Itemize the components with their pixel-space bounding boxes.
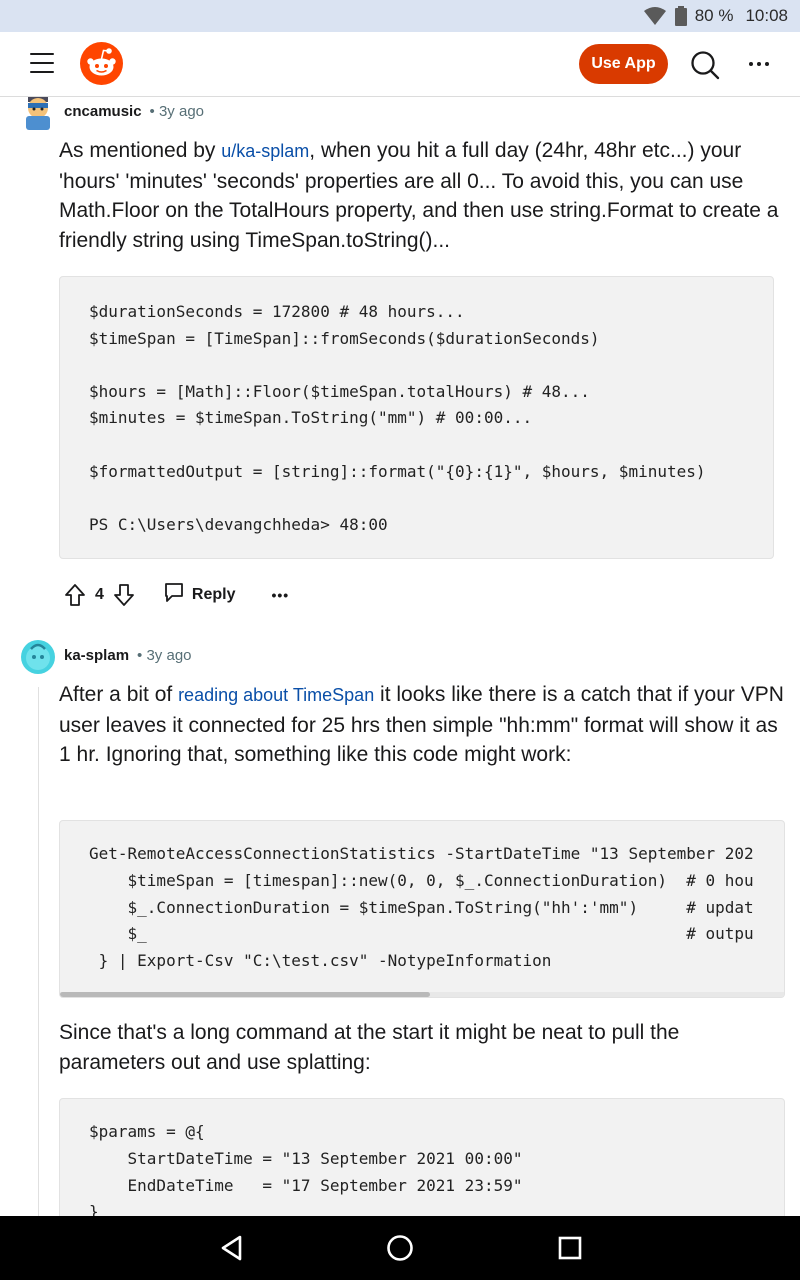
code-block: $params = @{ StartDateTime = "13 Septemb… [59, 1098, 785, 1216]
reddit-logo-icon[interactable] [80, 42, 123, 85]
reply-label: Reply [191, 585, 236, 603]
comment-header: ka-splam • 3y ago [64, 647, 192, 664]
comment-text: After a bit of [59, 683, 179, 706]
comment-age-text: 3y ago [158, 103, 205, 120]
comment-body: As mentioned by u/ka-splam, when you hit… [59, 136, 791, 255]
code-line: $durationSeconds = 172800 # 48 hours... [89, 302, 465, 321]
battery-level: 80 % [694, 6, 734, 25]
status-bar: 80 % 10:08 [0, 0, 800, 32]
more-options-icon[interactable] [745, 52, 773, 76]
code-line: Get-RemoteAccessConnectionStatistics -St… [89, 844, 754, 863]
avatar[interactable] [20, 97, 56, 130]
code-content: Get-RemoteAccessConnectionStatistics -St… [89, 841, 754, 975]
code-line: $minutes = $timeSpan.ToString("mm") # 00… [89, 408, 533, 428]
code-line: $timeSpan = [timespan]::new(0, 0, $_.Con… [89, 870, 754, 890]
upvote-icon[interactable] [64, 583, 86, 607]
horizontal-scrollbar-thumb[interactable] [60, 992, 430, 997]
back-icon[interactable] [216, 1232, 248, 1264]
comment-more-icon[interactable]: ••• [271, 587, 289, 603]
comment-body: After a bit of reading about TimeSpan it… [59, 680, 791, 770]
code-content: $durationSeconds = 172800 # 48 hours... $… [89, 299, 706, 538]
use-app-button[interactable]: Use App [579, 44, 668, 84]
thread-line[interactable] [38, 687, 39, 1216]
user-mention-link[interactable]: u/ka-splam [221, 141, 309, 161]
vote-count: 4 [95, 585, 104, 603]
comment-header: cncamusic • 3y ago [64, 103, 204, 120]
code-line: $hours = [Math]::Floor($timeSpan.totalHo… [89, 381, 590, 401]
code-line: EndDateTime = "17 September 2021 23:59" [89, 1175, 523, 1195]
code-line: $params = @{ [89, 1122, 205, 1141]
code-line: } [89, 1202, 99, 1216]
system-nav-bar [0, 1216, 800, 1280]
app-bar: Use App [0, 32, 800, 97]
code-content: $params = @{ StartDateTime = "13 Septemb… [89, 1119, 522, 1216]
comment-age-text: 3y ago [146, 647, 192, 664]
battery-icon [674, 6, 687, 26]
comment-author[interactable]: cncamusic [64, 103, 142, 120]
reply-button[interactable]: Reply [163, 581, 236, 608]
comment-body-continued: Since that's a long command at the start… [59, 1021, 680, 1074]
home-icon[interactable] [384, 1232, 416, 1264]
clock: 10:08 [745, 6, 788, 25]
code-line: $_ # outpu [89, 924, 754, 944]
code-block: $durationSeconds = 172800 # 48 hours... $… [59, 276, 774, 559]
comment-age: • 3y ago [137, 647, 192, 664]
code-line: PS C:\Users\devangchheda> 48:00 [89, 514, 388, 534]
comment-age: • 3y ago [149, 103, 205, 120]
code-line: StartDateTime = "13 September 2021 00:00… [89, 1148, 523, 1168]
comments-feed: cncamusic • 3y ago As mentioned by u/ka-… [0, 97, 800, 1216]
downvote-icon[interactable] [113, 583, 135, 607]
code-line: $timeSpan = [TimeSpan]::fromSeconds($dur… [89, 328, 600, 348]
avatar[interactable] [20, 637, 56, 679]
search-icon[interactable] [690, 50, 720, 80]
wifi-icon [643, 6, 667, 26]
comment-author[interactable]: ka-splam [64, 647, 129, 664]
code-line: } | Export-Csv "C:\test.csv" -NotypeInfo… [89, 951, 552, 971]
recents-icon[interactable] [554, 1232, 586, 1264]
menu-icon[interactable] [30, 53, 54, 73]
code-line: $formattedOutput = [string]::format("{0}… [89, 461, 706, 481]
code-line: $_.ConnectionDuration = $timeSpan.ToStri… [89, 897, 754, 917]
comment-text: As mentioned by [59, 139, 222, 162]
reply-icon [163, 581, 185, 608]
comment-actions: 4 Reply ••• [64, 581, 289, 608]
code-block-scrollable[interactable]: Get-RemoteAccessConnectionStatistics -St… [59, 820, 785, 998]
timespan-link[interactable]: reading about TimeSpan [178, 685, 374, 705]
